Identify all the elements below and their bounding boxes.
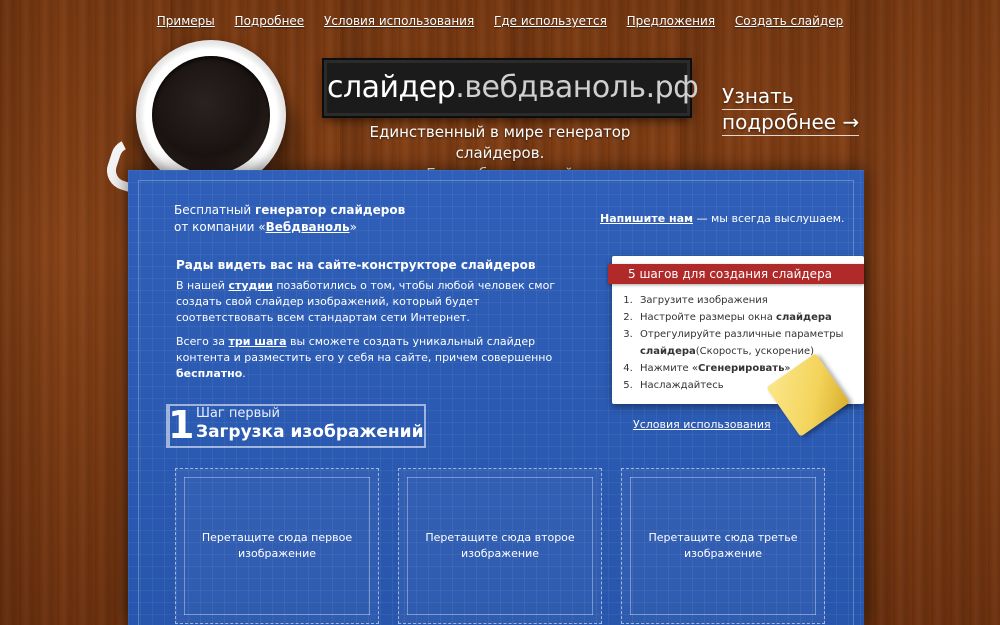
- company-intro: Бесплатный генератор слайдеров от компан…: [174, 202, 405, 236]
- p2-bold: бесплатно: [176, 367, 243, 380]
- dropzone-first[interactable]: Перетащите сюда первое изображение: [175, 468, 379, 624]
- logo-domain: .вебдваноль.рф: [455, 70, 699, 105]
- nav-link-where-used[interactable]: Где используется: [494, 14, 607, 28]
- contact-link[interactable]: Напишите нам: [600, 212, 693, 225]
- p2-suffix: .: [242, 367, 246, 380]
- terms-link[interactable]: Условия использования: [633, 418, 771, 431]
- contact-text: — мы всегда выслушаем.: [693, 212, 845, 225]
- dropzone-label: Перетащите сюда первое изображение: [201, 531, 353, 560]
- dropzone-label: Перетащите сюда второе изображение: [425, 531, 575, 560]
- step-item: Отрегулируйте различные параметры слайде…: [636, 326, 864, 360]
- nav-link-terms[interactable]: Условия использования: [324, 14, 474, 28]
- contact-line: Напишите нам — мы всегда выслушаем.: [600, 212, 845, 225]
- dropzone-guide: [630, 477, 816, 478]
- welcome-heading: Рады видеть вас на сайте-конструкторе сл…: [176, 258, 536, 272]
- dropzone-guide: [184, 477, 370, 478]
- learn-more-link[interactable]: Узнать подробнее →: [722, 84, 860, 136]
- tagline-line1: Единственный в мире генератор слайдеров.: [369, 123, 631, 162]
- blueprint-board: Бесплатный генератор слайдеров от компан…: [128, 170, 864, 625]
- nav-link-offers[interactable]: Предложения: [627, 14, 715, 28]
- nav-link-details[interactable]: Подробнее: [235, 14, 305, 28]
- dropzone-second[interactable]: Перетащите сюда второе изображение: [398, 468, 602, 624]
- nav-link-create-slider[interactable]: Создать слайдер: [735, 14, 843, 28]
- dropzone-guide: [407, 614, 593, 615]
- step-number: 1: [168, 403, 195, 447]
- top-nav: Примеры Подробнее Условия использования …: [0, 14, 1000, 28]
- steps-card-title: 5 шагов для создания слайдера: [608, 264, 864, 284]
- intro-company-suffix: »: [349, 220, 357, 234]
- nav-link-examples[interactable]: Примеры: [157, 14, 215, 28]
- intro-text: Бесплатный: [174, 203, 256, 217]
- studio-link[interactable]: студии: [228, 279, 272, 292]
- intro-company-prefix: от компании «: [174, 220, 266, 234]
- step-item: Настройте размеры окна слайдера: [636, 309, 864, 326]
- intro-body: В нашей студии позаботились о том, чтобы…: [176, 278, 576, 390]
- three-steps-link[interactable]: три шага: [228, 335, 286, 348]
- learn-more-line2: подробнее →: [722, 110, 860, 136]
- dropzone-label: Перетащите сюда третье изображение: [648, 531, 798, 560]
- step-subtitle: Шаг первый: [196, 406, 280, 421]
- p1-text: В нашей: [176, 279, 229, 292]
- logo-main: слайдер: [327, 70, 456, 105]
- learn-more-line1: Узнать: [722, 84, 794, 110]
- dropzone-third[interactable]: Перетащите сюда третье изображение: [621, 468, 825, 624]
- step-item: Загрузите изображения: [636, 292, 864, 309]
- dropzone-guide: [184, 614, 370, 615]
- dropzone-guide: [407, 477, 593, 478]
- company-link[interactable]: Вебдваноль: [266, 220, 350, 234]
- dropzone-guide: [630, 614, 816, 615]
- p2-text: Всего за: [176, 335, 229, 348]
- site-logo: слайдер.вебдваноль.рф: [324, 60, 699, 116]
- coffee-surface: [152, 56, 270, 174]
- intro-bold: генератор слайдеров: [255, 203, 406, 217]
- step-title: Загрузка изображений: [196, 422, 424, 442]
